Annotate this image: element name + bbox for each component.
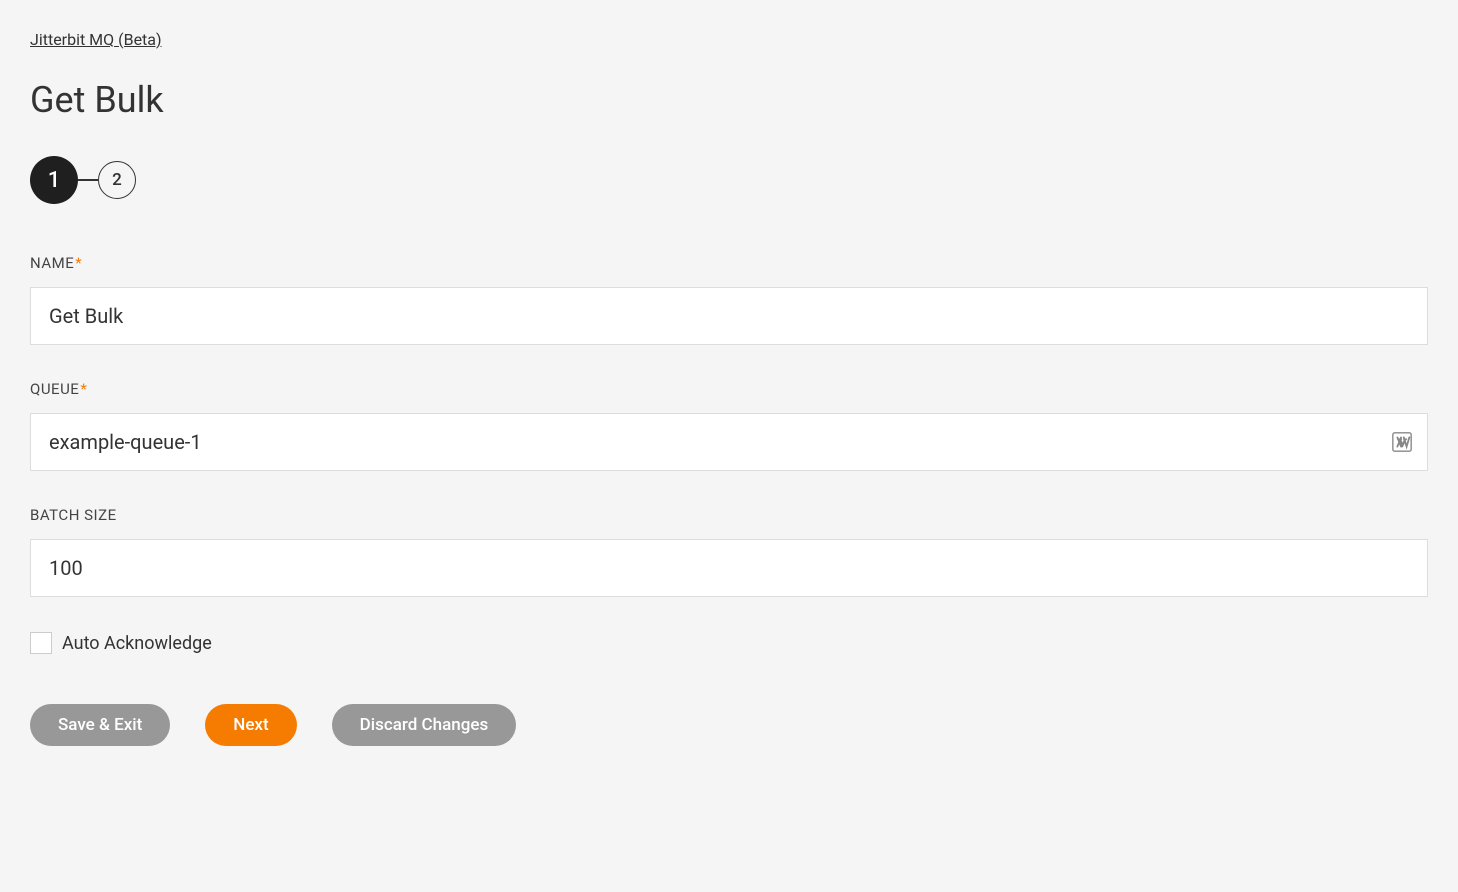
next-button[interactable]: Next	[205, 704, 296, 746]
required-icon: *	[80, 380, 87, 398]
form-group-queue: QUEUE* V	[30, 380, 1428, 471]
batch-size-label: BATCH SIZE	[30, 506, 1428, 524]
page-title: Get Bulk	[30, 79, 1428, 121]
name-input[interactable]	[30, 287, 1428, 345]
stepper: 1 2	[30, 156, 1428, 204]
auto-ack-label[interactable]: Auto Acknowledge	[62, 633, 212, 654]
batch-size-input[interactable]	[30, 539, 1428, 597]
required-icon: *	[75, 254, 82, 272]
form-group-batch-size: BATCH SIZE	[30, 506, 1428, 597]
name-label: NAME*	[30, 254, 1428, 272]
variable-icon[interactable]: V	[1391, 431, 1413, 453]
step-connector	[78, 179, 98, 181]
step-1[interactable]: 1	[30, 156, 78, 204]
auto-ack-checkbox[interactable]	[30, 632, 52, 654]
queue-label-text: QUEUE	[30, 380, 79, 398]
name-label-text: NAME	[30, 254, 74, 272]
svg-text:V: V	[1398, 436, 1407, 450]
form-group-name: NAME*	[30, 254, 1428, 345]
breadcrumb-link[interactable]: Jitterbit MQ (Beta)	[30, 30, 162, 49]
queue-input[interactable]	[30, 413, 1428, 471]
save-exit-button[interactable]: Save & Exit	[30, 704, 170, 746]
auto-ack-row: Auto Acknowledge	[30, 632, 1428, 654]
discard-button[interactable]: Discard Changes	[332, 704, 517, 746]
queue-label: QUEUE*	[30, 380, 1428, 398]
button-row: Save & Exit Next Discard Changes	[30, 704, 1428, 746]
step-2[interactable]: 2	[98, 161, 136, 199]
